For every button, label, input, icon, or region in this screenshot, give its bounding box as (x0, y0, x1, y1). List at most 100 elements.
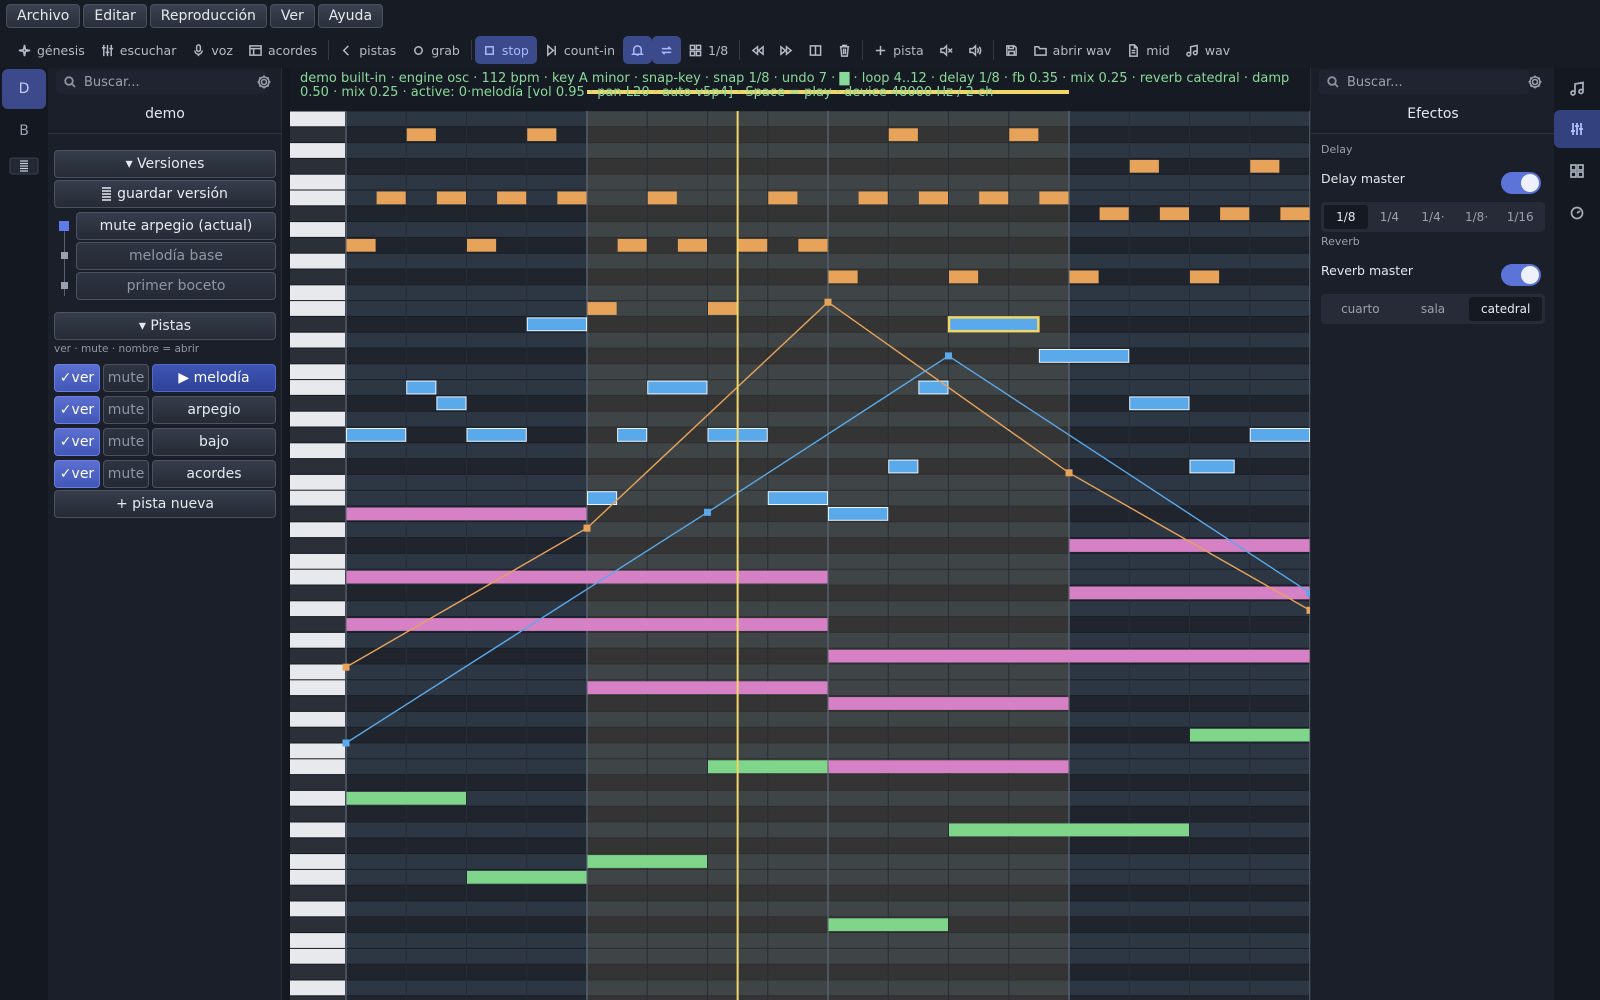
reverb-room-cuarto[interactable]: cuarto (1324, 297, 1397, 321)
track-mute-toggle[interactable]: mute (103, 460, 149, 488)
piano-roll-editor[interactable]: demo built-in · engine osc · 112 bpm · k… (290, 68, 1310, 1000)
save-version-icon (102, 187, 112, 201)
rewind-button[interactable] (743, 36, 772, 64)
voice-button[interactable]: voz (184, 36, 241, 64)
listen-button[interactable]: escuchar (93, 36, 185, 64)
track-melodia[interactable]: ▶ melodía (152, 364, 276, 392)
menu-ver[interactable]: Ver (269, 4, 315, 28)
delay-division-1-16[interactable]: 1/16 (1498, 205, 1542, 229)
loop-button[interactable] (652, 36, 682, 64)
piano-key-black (290, 727, 345, 743)
piano-key-white (290, 332, 345, 348)
delay-master-toggle[interactable] (1501, 172, 1541, 194)
piano-key-white (290, 474, 345, 490)
piano-roll-canvas[interactable] (290, 68, 1310, 1000)
piano-key-white (290, 901, 345, 917)
rail-item-b[interactable]: B (2, 111, 46, 151)
save-version-button[interactable]: guardar versión (54, 180, 276, 208)
track-bajo[interactable]: bajo (152, 428, 276, 456)
left-search[interactable] (56, 70, 266, 94)
count-in-button[interactable]: count-in (537, 36, 623, 64)
menu-editar[interactable]: Editar (83, 4, 147, 28)
rail-item-meter[interactable] (2, 146, 46, 186)
track-view-toggle[interactable]: ✓ver (54, 428, 100, 456)
version-current[interactable]: mute arpegio (actual) (76, 212, 276, 240)
note-melody (1038, 349, 1130, 363)
delay-division-1-4-dotted[interactable]: 1/4· (1411, 205, 1455, 229)
rail-gauge[interactable] (1554, 194, 1600, 232)
tracks-button[interactable]: pistas (332, 36, 404, 64)
open-wav-button[interactable]: abrir wav (1026, 36, 1120, 64)
metronome-button[interactable] (623, 36, 653, 64)
reverb-room-sala[interactable]: sala (1397, 297, 1470, 321)
piano-key-white (290, 743, 345, 759)
version-item[interactable]: melodía base (76, 242, 276, 270)
status-line: demo built-in · engine osc · 112 bpm · k… (300, 71, 1290, 100)
versions-header[interactable]: ▾ Versiones (54, 150, 276, 178)
stop-button[interactable]: stop (474, 36, 537, 64)
new-track-button[interactable]: + pista nueva (54, 490, 276, 518)
track-mute-toggle[interactable]: mute (103, 396, 149, 424)
delay-division-1-8-dotted[interactable]: 1/8· (1455, 205, 1499, 229)
piano-key-black (290, 996, 345, 1000)
menu-archivo[interactable]: Archivo (6, 4, 81, 28)
right-settings-button[interactable] (1525, 72, 1545, 92)
track-acordes[interactable]: acordes (152, 460, 276, 488)
automation-blue-point (704, 508, 711, 516)
toolbar-divider (992, 40, 994, 60)
tracks-header[interactable]: ▾ Pistas (54, 312, 276, 340)
chords-button[interactable]: acordes (241, 36, 325, 64)
track-arpegio[interactable]: arpegio (152, 396, 276, 424)
note-bass (1190, 728, 1310, 742)
piano-key-white (290, 854, 345, 869)
rail-item-d[interactable]: D (2, 69, 46, 109)
track-view-toggle[interactable]: ✓ver (54, 396, 100, 424)
note-arpeggio (1099, 207, 1129, 221)
delay-master-label: Delay master (1321, 171, 1405, 186)
note-arpeggio (888, 128, 918, 142)
reverb-room-catedral[interactable]: catedral (1469, 297, 1543, 321)
automation-orange-point (1065, 469, 1073, 477)
mute-all-button[interactable] (932, 36, 961, 64)
track-view-toggle[interactable]: ✓ver (54, 460, 100, 488)
record-button[interactable]: grab (404, 36, 468, 64)
reverb-master-toggle[interactable] (1501, 264, 1541, 286)
genesis-label: génesis (37, 42, 85, 58)
export-wav-button[interactable]: wav (1178, 36, 1238, 64)
note-arpeggio (497, 191, 527, 205)
delay-division-1-8[interactable]: 1/8 (1324, 205, 1368, 229)
version-item[interactable]: primer boceto (76, 272, 276, 300)
split-button[interactable] (801, 36, 830, 64)
piano-key-black (290, 648, 345, 664)
track-mute-toggle[interactable]: mute (103, 364, 149, 392)
genesis-button[interactable]: génesis (10, 36, 93, 64)
trash-icon (840, 44, 850, 57)
toolbar: génesis escuchar voz acordes pistas grab… (0, 32, 1600, 68)
toggle-knob (1521, 174, 1539, 192)
note-arpeggio (708, 302, 738, 315)
rail-effects[interactable] (1554, 110, 1600, 148)
save-button[interactable] (997, 36, 1026, 64)
note-arpeggio (1220, 207, 1250, 221)
delete-button[interactable] (830, 36, 859, 64)
add-track-button[interactable]: pista (866, 36, 931, 64)
rail-grid[interactable] (1554, 152, 1600, 190)
track-mute-toggle[interactable]: mute (103, 428, 149, 456)
menu-ayuda[interactable]: Ayuda (317, 4, 384, 28)
left-search-input[interactable] (84, 74, 244, 90)
note-arpeggio (617, 238, 647, 252)
volume-button[interactable] (961, 36, 990, 64)
export-mid-button[interactable]: mid (1119, 36, 1178, 64)
right-search-input[interactable] (1347, 74, 1507, 90)
note-arpeggio (768, 191, 798, 205)
rail-notes[interactable] (1554, 70, 1600, 108)
forward-button[interactable] (772, 36, 801, 64)
menu-reproduccion[interactable]: Reproducción (149, 4, 267, 28)
track-view-toggle[interactable]: ✓ver (54, 364, 100, 392)
delay-division-1-4[interactable]: 1/4 (1368, 205, 1412, 229)
note-chords (346, 570, 828, 584)
left-settings-button[interactable] (254, 72, 274, 92)
piano-key-white (290, 411, 345, 427)
right-search[interactable] (1319, 70, 1529, 94)
snap-button[interactable]: 1/8 (681, 36, 736, 64)
